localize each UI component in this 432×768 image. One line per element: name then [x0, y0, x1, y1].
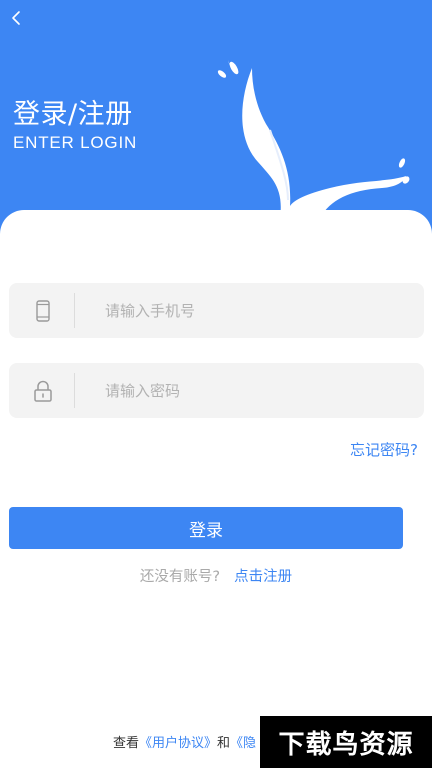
page-title: 登录/注册 — [13, 99, 133, 130]
password-input[interactable] — [101, 363, 419, 418]
register-row: 还没有账号? 点击注册 — [0, 567, 432, 587]
login-screen: 登录/注册 ENTER LOGIN 请输入手机号 忘记密码? 登录 还没有账号?… — [0, 0, 432, 768]
login-button[interactable]: 登录 — [9, 507, 403, 549]
phone-icon — [32, 297, 54, 325]
phone-input[interactable] — [101, 283, 419, 338]
chevron-left-icon — [12, 11, 20, 25]
watermark-logo: 下载鸟资源 — [260, 716, 432, 768]
agreement-conjunction: 和 — [217, 736, 231, 751]
lock-icon — [32, 377, 54, 405]
agreement-row: 查看《用户协议》和《隐 — [113, 735, 256, 753]
field-divider — [74, 373, 75, 408]
register-link[interactable]: 点击注册 — [234, 569, 292, 585]
user-agreement-link[interactable]: 《用户协议》 — [139, 736, 217, 751]
field-divider — [74, 293, 75, 328]
register-prompt: 还没有账号? — [139, 569, 221, 585]
agreement-prefix: 查看 — [113, 736, 140, 751]
back-button[interactable] — [4, 4, 28, 32]
privacy-policy-link[interactable]: 《隐 — [230, 736, 256, 751]
header-banner: 登录/注册 ENTER LOGIN — [0, 0, 432, 240]
password-field[interactable] — [9, 363, 424, 418]
forgot-password-link[interactable]: 忘记密码? — [350, 440, 418, 460]
page-subtitle: ENTER LOGIN — [13, 133, 138, 152]
phone-field[interactable] — [9, 283, 424, 338]
